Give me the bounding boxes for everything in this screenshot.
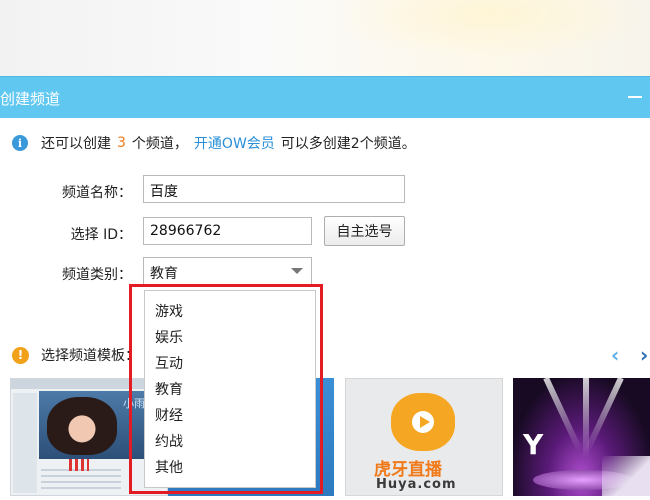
next-arrow-icon[interactable]: › — [640, 343, 648, 367]
thumb-indicator — [69, 459, 89, 471]
category-dropdown-list: 游戏 娱乐 互动 教育 财经 约战 其他 — [144, 290, 316, 488]
stage-light-beam — [543, 378, 583, 452]
background-window — [0, 0, 650, 76]
template-thumbnail-4[interactable]: Y — [513, 378, 650, 496]
template-section-header: ! 选择频道模板： — [12, 345, 139, 365]
dropdown-option-education[interactable]: 教育 — [145, 377, 315, 403]
thumb4-letter: Y — [523, 428, 544, 461]
template-thumbnail-huya[interactable]: 虎牙直播 Huya.com — [345, 378, 503, 496]
channel-category-select[interactable]: 教育 — [143, 257, 312, 285]
thumb-sidebar — [13, 393, 37, 493]
template-label: 选择频道模板： — [41, 348, 139, 364]
dialog-title: 创建频道 — [0, 90, 61, 108]
warning-icon: ! — [12, 346, 29, 364]
dropdown-option-other[interactable]: 其他 — [145, 455, 315, 481]
channel-category-label: 频道类别： — [62, 267, 132, 283]
category-selected-value: 教育 — [150, 266, 178, 282]
minimize-icon[interactable] — [626, 85, 644, 105]
play-icon — [420, 416, 430, 428]
info-message: i 还可以创建 3 个频道， 开通OW会员 可以多创建2个频道。 — [12, 133, 416, 153]
dropdown-option-entertainment[interactable]: 娱乐 — [145, 325, 315, 351]
dropdown-option-interactive[interactable]: 互动 — [145, 351, 315, 377]
channel-id-label: 选择 ID： — [70, 227, 132, 243]
huya-logo-icon — [391, 393, 455, 451]
thumb-avatar-image — [47, 397, 117, 455]
info-icon: i — [12, 135, 28, 151]
thumb-caption: 小雨 — [123, 397, 145, 410]
huya-domain-text: Huya.com — [376, 477, 457, 492]
dropdown-option-battle[interactable]: 约战 — [145, 429, 315, 455]
stage-light-beam — [584, 378, 624, 452]
info-unit: 个频道， — [131, 136, 188, 152]
channel-id-input[interactable]: 28966762 — [143, 217, 312, 245]
watermark-corner — [602, 456, 650, 496]
ow-member-link[interactable]: 开通OW会员 — [194, 133, 275, 153]
remaining-count: 3 — [117, 135, 126, 151]
info-suffix: 可以多创建2个频道。 — [280, 136, 416, 152]
prev-arrow-icon[interactable]: ‹ — [611, 343, 619, 367]
background-glow — [330, 0, 650, 60]
dialog-titlebar[interactable]: 创建频道 — [0, 76, 650, 118]
dropdown-option-finance[interactable]: 财经 — [145, 403, 315, 429]
dropdown-option-games[interactable]: 游戏 — [145, 299, 315, 325]
channel-name-label: 频道名称： — [62, 185, 132, 201]
channel-name-input[interactable]: 百度 — [143, 175, 405, 203]
chevron-down-icon — [291, 268, 303, 274]
self-select-id-button[interactable]: 自主选号 — [324, 216, 405, 246]
info-prefix: 还可以创建 — [41, 136, 111, 152]
